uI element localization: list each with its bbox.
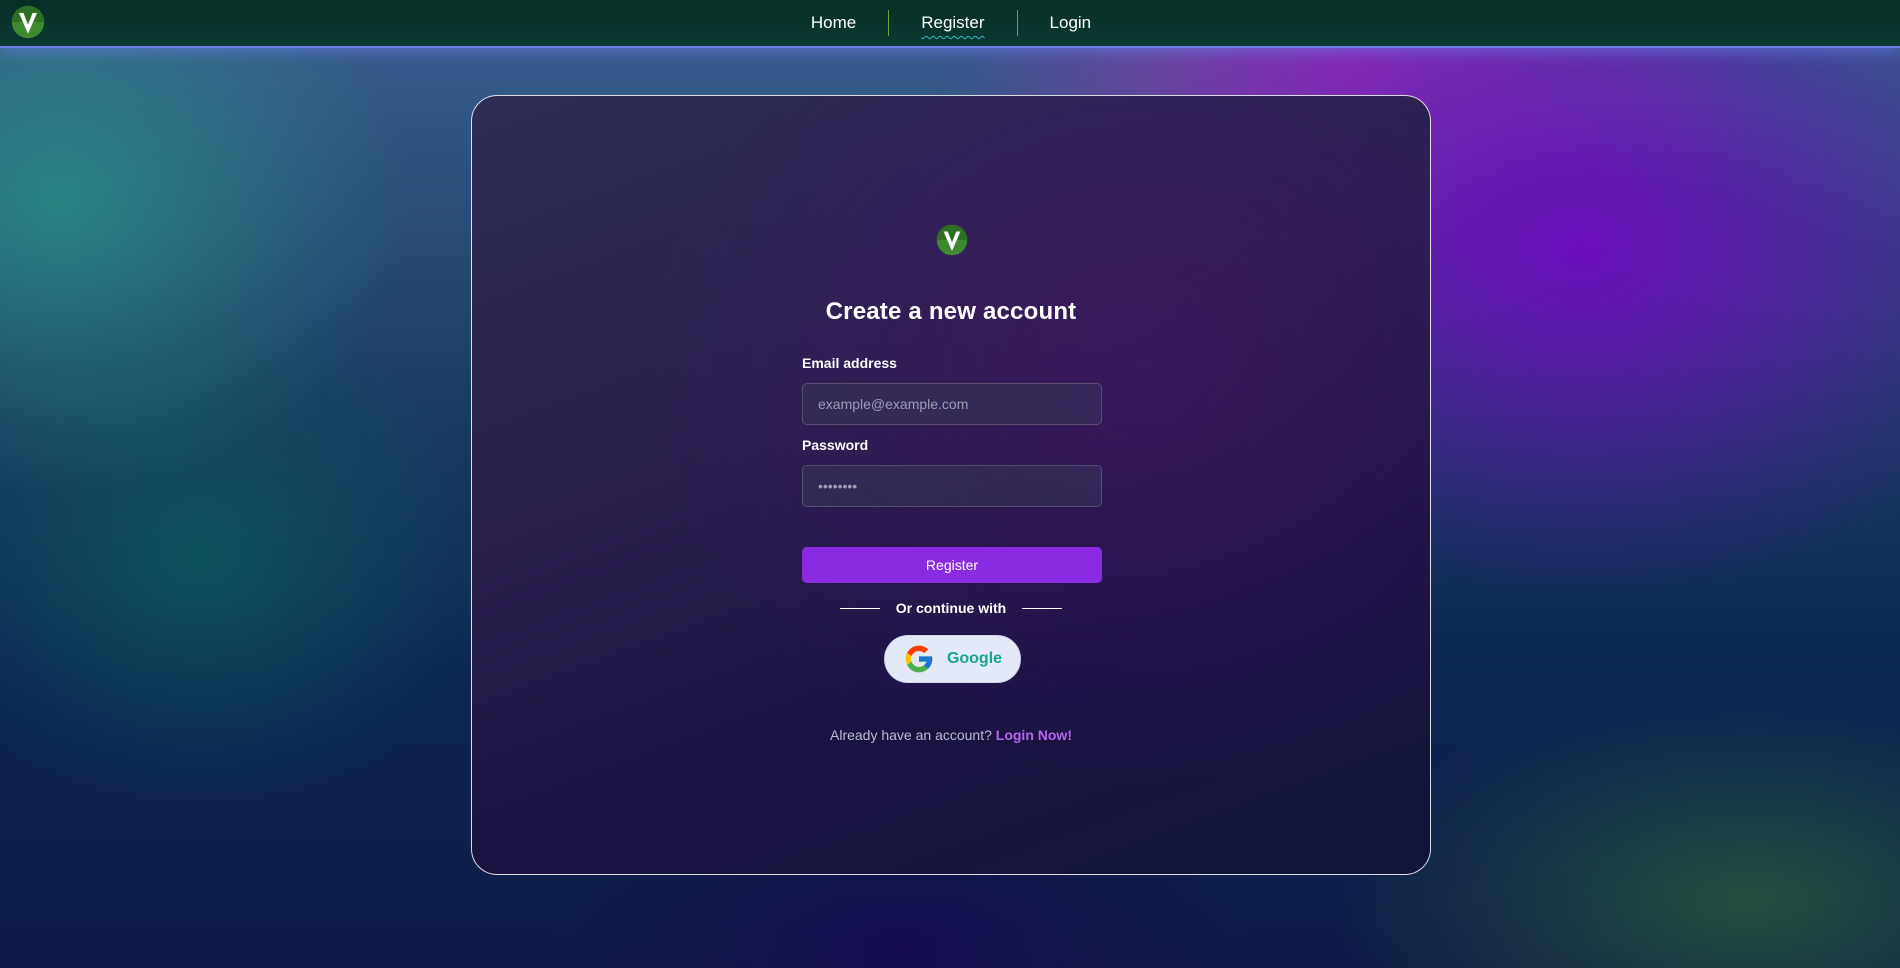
divider-text: Or continue with (895, 600, 1007, 616)
email-field[interactable] (802, 383, 1102, 425)
login-prompt-text: Already have an account? (830, 727, 992, 743)
google-g-icon (905, 645, 933, 673)
nav-login-link[interactable]: Login (1018, 0, 1124, 46)
divider-line (1022, 607, 1063, 609)
divider-row: Or continue with (472, 600, 1430, 616)
google-signin-button[interactable]: Google (884, 635, 1021, 683)
login-now-link[interactable]: Login Now! (996, 727, 1072, 743)
register-button[interactable]: Register (802, 547, 1102, 583)
password-field[interactable] (802, 465, 1102, 507)
register-card: Create a new account Email address Passw… (471, 95, 1431, 875)
nav-register-link[interactable]: Register (889, 0, 1016, 46)
divider-line (839, 607, 880, 609)
login-prompt: Already have an account? Login Now! (472, 727, 1430, 743)
v-logo-icon (936, 224, 968, 256)
email-label: Email address (802, 355, 897, 371)
page-title: Create a new account (825, 298, 1077, 325)
nav-home-link[interactable]: Home (779, 0, 888, 46)
password-label: Password (802, 437, 869, 453)
top-navbar: Home Register Login (0, 0, 1900, 48)
google-label: Google (946, 650, 1003, 667)
main-nav: Home Register Login (0, 0, 1900, 46)
